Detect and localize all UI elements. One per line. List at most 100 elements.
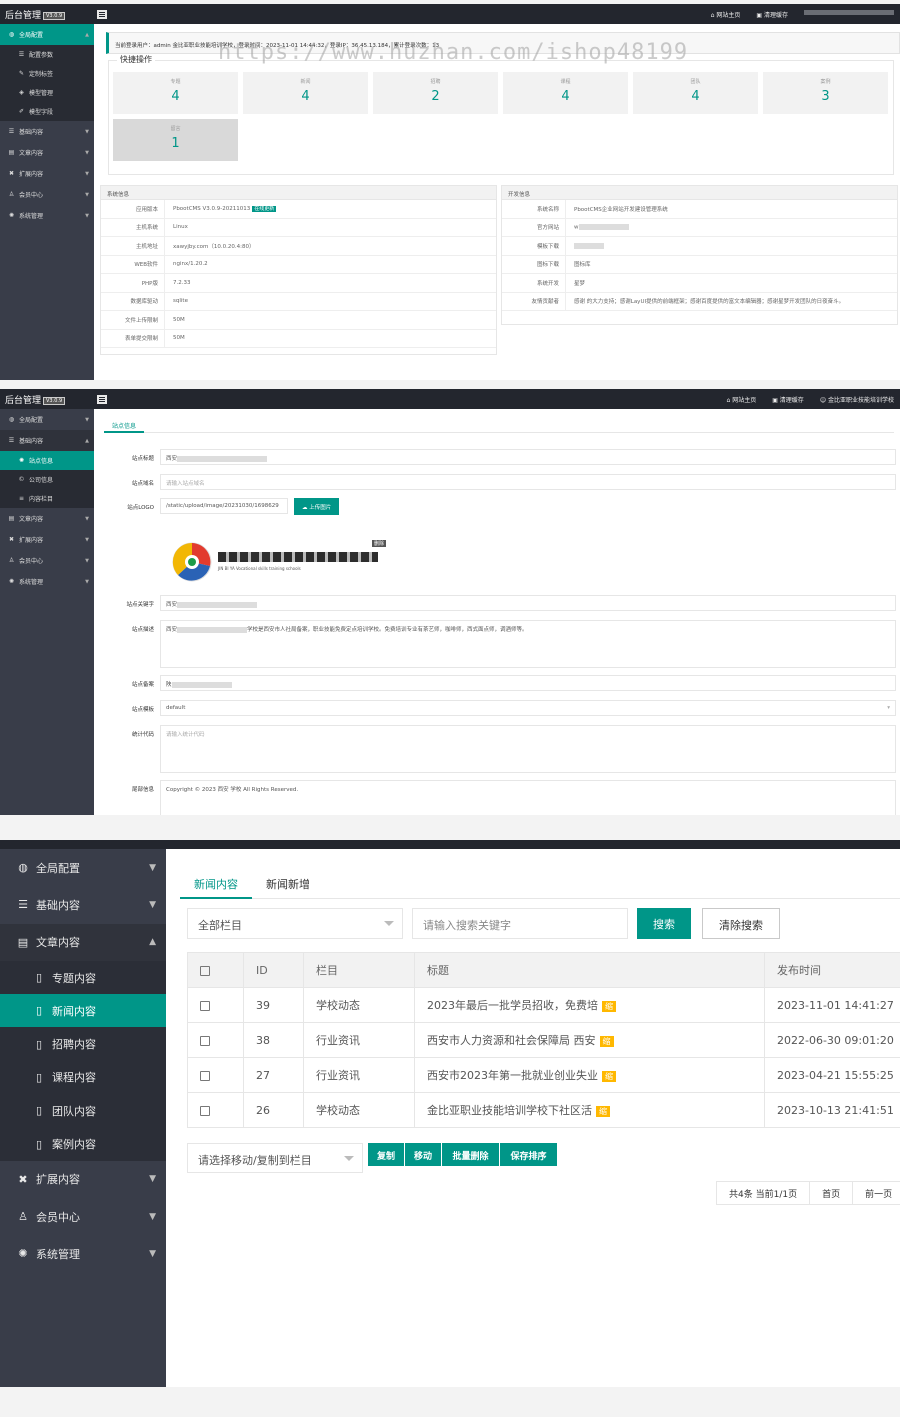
chevron-down-icon: ▼ [85,191,89,198]
quick-card[interactable]: 新闻 4 [243,72,368,114]
tab-news-list[interactable]: 新闻内容 [180,869,252,899]
sidebar-item[interactable]: ▯ 课程内容 [0,1060,166,1095]
sidebar-item[interactable]: ☰ 基础内容 ▼ [0,886,166,923]
icp-input[interactable]: 陕 [160,675,896,691]
copy-button[interactable]: 复制 [368,1143,404,1166]
footer-textarea[interactable]: Copyright © 2023 西安 学校 All Rights Reserv… [160,780,896,815]
table-header: ID 栏目 标题 发布时间 [187,952,900,988]
stats-code-textarea[interactable]: 请输入统计代码 [160,725,896,773]
sidebar-item[interactable]: ✖ 扩展内容 ▼ [0,1161,166,1198]
sidebar-item[interactable]: ✐ 模型字段 [0,102,94,121]
sidebar-item[interactable]: ✺ 系统管理 ▼ [0,205,94,226]
sidebar-item[interactable]: ▤ 文章内容 ▼ [0,142,94,163]
category-filter-select[interactable]: 全部栏目 [187,908,403,939]
quick-card[interactable]: 团队 4 [633,72,758,114]
sidebar-item[interactable]: ▯ 案例内容 [0,1127,166,1161]
domain-input[interactable]: 请输入站点域名 [160,474,896,490]
row-title-cell[interactable]: 西安市人力资源和社会保障局 西安缩 [414,1022,765,1058]
move-button[interactable]: 移动 [405,1143,441,1166]
move-target-select[interactable]: 请选择移动/复制到栏目 [187,1143,363,1173]
keywords-input[interactable]: 西安 [160,595,896,611]
sidebar-item[interactable]: ≡ 内容栏目 [0,489,94,508]
sidebar-item[interactable]: ✺ 站点信息 [0,451,94,470]
sidebar-item[interactable]: ♙ 会员中心 ▼ [0,184,94,205]
description-value: 学校是西安市人社局备案，职业技能免费定点培训学校。免费培训专业有茶艺师，咖啡师，… [247,627,528,633]
quick-card[interactable]: 留言 1 [113,119,238,161]
tab-news-add[interactable]: 新闻新增 [252,869,324,899]
home-link[interactable]: ⌂ 网站主页 [711,10,741,19]
user-menu[interactable] [804,9,894,15]
sidebar-item[interactable]: ♙ 会员中心 ▼ [0,1198,166,1235]
row-title-cell[interactable]: 西安市2023年第一批就业创业失业缩 [414,1057,765,1093]
logo-path-input[interactable]: /static/upload/image/20231030/1698629 [160,498,288,514]
sidebar-item[interactable]: ◍ 全局配置 ▲ [0,24,94,45]
sidebar-item[interactable]: ▯ 专题内容 [0,960,166,995]
menu-toggle-icon-2[interactable] [97,394,107,404]
info-row: 系统名称 PbootCMS企业网站开发建设管理系统 [502,200,897,219]
sidebar-item[interactable]: ☰ 配置参数 [0,45,94,64]
puzzle-icon: ✖ [18,1172,28,1186]
description-textarea[interactable]: 西安 学校是西安市人社局备案，职业技能免费定点培训学校。免费培训专业有茶艺师，咖啡… [160,620,896,668]
sidebar-item[interactable]: ▯ 团队内容 [0,1094,166,1128]
quick-card[interactable]: 案例 3 [763,72,888,114]
sidebar-item[interactable]: ✖ 扩展内容 ▼ [0,163,94,184]
row-category: 学校动态 [303,987,415,1023]
table-row[interactable]: 26 学校动态 金比亚职业技能培训学校下社区活缩 2023-10-13 21:41:5… [187,1092,900,1128]
sidebar-item[interactable]: ◍ 全局配置 ▼ [0,849,166,886]
col-id[interactable]: ID [243,952,304,988]
clear-cache-link-2[interactable]: ▣ 清理缓存 [772,395,804,404]
clear-cache-link[interactable]: ▣ 清理缓存 [756,10,788,19]
user-menu-2[interactable]: ☺ 金比亚职业技能培训学校 [820,395,894,404]
row-checkbox[interactable] [200,1105,210,1116]
row-checkbox[interactable] [200,1070,210,1081]
news-list-screenshot: ◍ 全局配置 ▼ ☰ 基础内容 ▼ ▤ 文章内容 ▲ ▯ 专题内容 ▯ 新闻内容 ▯ 招聘内容 ▯ 课程内容 ▯ 团… [0,840,900,1387]
save-sort-button[interactable]: 保存排序 [500,1143,557,1166]
sidebar-item[interactable]: ☰ 基础内容 ▲ [0,430,94,451]
quick-card[interactable]: 专题 4 [113,72,238,114]
row-checkbox[interactable] [200,1000,210,1011]
sidebar-item[interactable]: ▤ 文章内容 ▲ [0,923,166,961]
sidebar-item[interactable]: ◍ 全局配置 ▼ [0,409,94,430]
col-category[interactable]: 栏目 [303,952,415,988]
table-row[interactable]: 38 行业资讯 西安市人力资源和社会保障局 西安缩 2022-06-30 09:01:… [187,1022,900,1058]
quick-card[interactable]: 招聘 2 [373,72,498,114]
search-input[interactable]: 请输入搜索关键字 [412,908,628,939]
delete-logo-button[interactable]: 删除 [372,540,387,547]
search-button[interactable]: 搜索 [637,908,691,939]
title-input[interactable]: 西安 [160,449,896,465]
thumbnail-tag: 缩 [602,1071,616,1082]
clear-search-button[interactable]: 清除搜索 [702,908,780,939]
upload-image-button[interactable]: ☁ 上传图片 [294,498,340,515]
sidebar-item[interactable]: ✎ 定制标签 [0,64,94,83]
tab-site-info[interactable]: 站点信息 [104,417,145,433]
sidebar-item[interactable]: ▯ 招聘内容 [0,1027,166,1061]
col-title[interactable]: 标题 [414,952,765,988]
home-link-2[interactable]: ⌂ 网站主页 [726,395,756,404]
prev-page-button[interactable]: 前一页 [853,1182,900,1204]
first-page-button[interactable]: 首页 [810,1182,854,1204]
info-row: 文件上传限制 50M [101,311,496,330]
table-row[interactable]: 27 行业资讯 西安市2023年第一批就业创业失业缩 2023-04-21 15:55… [187,1057,900,1093]
menu-toggle-icon[interactable] [97,9,107,19]
row-checkbox[interactable] [200,1035,210,1046]
sidebar-item[interactable]: ✺ 系统管理 ▼ [0,1235,166,1272]
sidebar-item[interactable]: ✺ 系统管理 ▼ [0,571,94,592]
quick-card[interactable]: 课程 4 [503,72,628,114]
table-row[interactable]: 39 学校动态 2023年最后一批学员招收，免费培缩 2023-11-01 14:41… [187,987,900,1023]
col-time[interactable]: 发布时间 [764,952,900,988]
sidebar-item[interactable]: ♙ 会员中心 ▼ [0,550,94,571]
site-info-form: 站点信息 站点标题 西安 站点域名 请输入站点域名 站点LOGO/static/up… [96,409,900,815]
row-title-cell[interactable]: 2023年最后一批学员招收，免费培缩 [414,987,765,1023]
select-all-checkbox[interactable] [200,965,210,976]
sidebar-item[interactable]: ◈ 模型管理 [0,83,94,102]
sidebar-item[interactable]: ▤ 文章内容 ▼ [0,508,94,529]
batch-delete-button[interactable]: 批量删除 [442,1143,499,1166]
sidebar-item[interactable]: ☰ 基础内容 ▼ [0,121,94,142]
update-badge[interactable]: 在线更新 [252,206,277,213]
theme-select[interactable]: default ▾ [160,700,896,716]
row-title-cell[interactable]: 金比亚职业技能培训学校下社区活缩 [414,1092,765,1128]
sidebar-item[interactable]: ▯ 新闻内容 [0,994,166,1028]
sliders-icon: ☰ [18,51,25,58]
sidebar-item[interactable]: © 公司信息 [0,470,94,489]
sidebar-item[interactable]: ✖ 扩展内容 ▼ [0,529,94,550]
